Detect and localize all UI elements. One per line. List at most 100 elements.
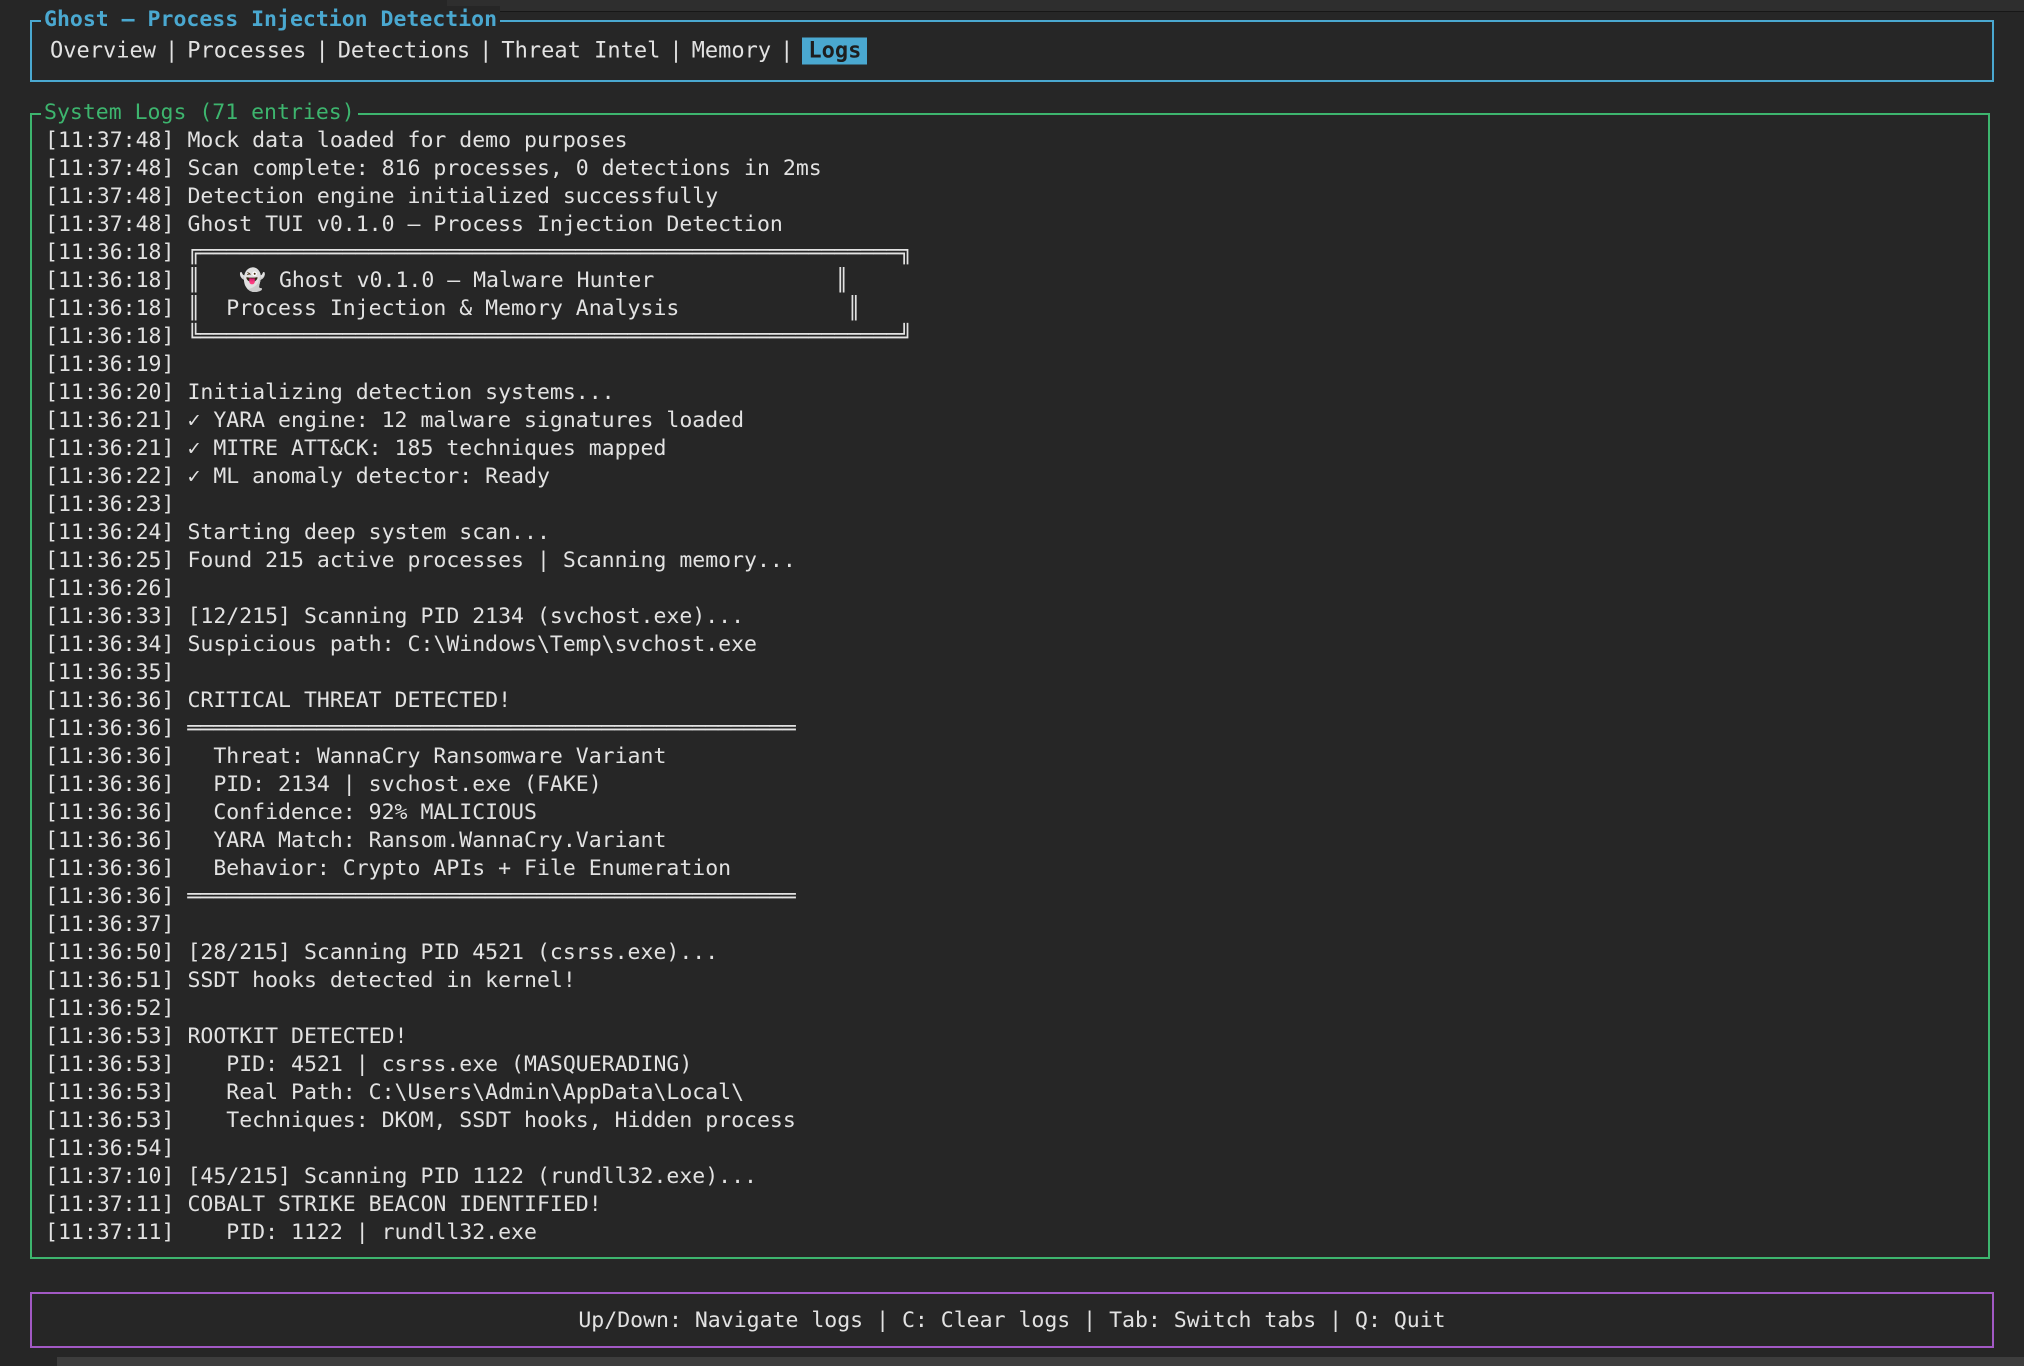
- log-timestamp: [11:36:18]: [45, 268, 187, 293]
- log-line: [11:36:36] Threat: WannaCry Ransomware V…: [45, 743, 1984, 771]
- log-message: Real Path: C:\Users\Admin\AppData\Local\: [187, 1080, 744, 1105]
- log-message: Confidence: 92% MALICIOUS: [187, 800, 537, 825]
- log-timestamp: [11:36:50]: [45, 940, 187, 965]
- log-message: Found 215 active processes | Scanning me…: [187, 548, 795, 573]
- log-message: [45/215] Scanning PID 1122 (rundll32.exe…: [187, 1164, 757, 1189]
- system-logs-panel[interactable]: System Logs (71 entries) [11:37:48]Mock …: [30, 113, 1990, 1259]
- log-line: [11:36:20]Initializing detection systems…: [45, 379, 1984, 407]
- log-message: YARA Match: Ransom.WannaCry.Variant: [187, 828, 666, 853]
- log-line: [11:36:34]Suspicious path: C:\Windows\Te…: [45, 631, 1984, 659]
- log-message: [28/215] Scanning PID 4521 (csrss.exe)..…: [187, 940, 718, 965]
- log-message: Ghost TUI v0.1.0 — Process Injection Det…: [187, 212, 782, 237]
- tab-separator: |: [165, 39, 178, 64]
- log-line: [11:36:18]╔═════════════════════════════…: [45, 239, 1984, 267]
- tab-detections[interactable]: Detections: [338, 39, 470, 64]
- log-timestamp: [11:36:53]: [45, 1024, 187, 1049]
- tab-threat-intel[interactable]: Threat Intel: [501, 39, 660, 64]
- log-timestamp: [11:37:48]: [45, 184, 187, 209]
- log-message: SSDT hooks detected in kernel!: [187, 968, 575, 993]
- log-message: PID: 4521 | csrss.exe (MASQUERADING): [187, 1052, 692, 1077]
- log-message: Initializing detection systems...: [187, 380, 614, 405]
- log-line: [11:36:33][12/215] Scanning PID 2134 (sv…: [45, 603, 1984, 631]
- log-timestamp: [11:36:36]: [45, 828, 187, 853]
- log-line: [11:37:48]Scan complete: 816 processes, …: [45, 155, 1984, 183]
- log-line: [11:36:36]══════════════════════════════…: [45, 883, 1984, 911]
- terminal-screen: Ghost — Process Injection Detection Over…: [0, 0, 2024, 1366]
- log-line: [11:37:48]Ghost TUI v0.1.0 — Process Inj…: [45, 211, 1984, 239]
- window-chrome-bottom: [57, 1357, 2024, 1366]
- log-line: [11:36:19]: [45, 351, 1984, 379]
- log-timestamp: [11:36:35]: [45, 660, 187, 685]
- log-timestamp: [11:37:11]: [45, 1220, 187, 1245]
- log-message: Scan complete: 816 processes, 0 detectio…: [187, 156, 821, 181]
- log-line: [11:36:36]══════════════════════════════…: [45, 715, 1984, 743]
- tab-overview[interactable]: Overview: [50, 39, 156, 64]
- log-line: [11:36:18]╚═════════════════════════════…: [45, 323, 1984, 351]
- log-line: [11:36:36] YARA Match: Ransom.WannaCry.V…: [45, 827, 1984, 855]
- log-line: [11:37:48]Mock data loaded for demo purp…: [45, 127, 1984, 155]
- log-line: [11:36:21]✓ YARA engine: 12 malware sign…: [45, 407, 1984, 435]
- log-timestamp: [11:37:48]: [45, 128, 187, 153]
- log-timestamp: [11:36:18]: [45, 240, 187, 265]
- log-message: Threat: WannaCry Ransomware Variant: [187, 744, 666, 769]
- log-timestamp: [11:36:23]: [45, 492, 187, 517]
- log-line: [11:36:35]: [45, 659, 1984, 687]
- log-message: ROOTKIT DETECTED!: [187, 1024, 407, 1049]
- log-line: [11:37:10][45/215] Scanning PID 1122 (ru…: [45, 1163, 1984, 1191]
- log-timestamp: [11:36:53]: [45, 1108, 187, 1133]
- log-line: [11:36:53] Real Path: C:\Users\Admin\App…: [45, 1079, 1984, 1107]
- log-message: ════════════════════════════════════════…: [187, 716, 795, 741]
- log-line: [11:36:52]: [45, 995, 1984, 1023]
- log-message: ✓ MITRE ATT&CK: 185 techniques mapped: [187, 436, 666, 461]
- log-line: [11:36:51]SSDT hooks detected in kernel!: [45, 967, 1984, 995]
- log-timestamp: [11:36:51]: [45, 968, 187, 993]
- log-timestamp: [11:37:10]: [45, 1164, 187, 1189]
- log-message: ╚═══════════════════════════════════════…: [187, 324, 912, 349]
- log-timestamp: [11:37:48]: [45, 212, 187, 237]
- log-timestamp: [11:36:21]: [45, 436, 187, 461]
- log-line: [11:36:24]Starting deep system scan...: [45, 519, 1984, 547]
- log-line: [11:36:36] Behavior: Crypto APIs + File …: [45, 855, 1984, 883]
- log-timestamp: [11:36:19]: [45, 352, 187, 377]
- tab-separator: |: [669, 39, 682, 64]
- log-message: ╔═══════════════════════════════════════…: [187, 240, 912, 265]
- log-message: ════════════════════════════════════════…: [187, 884, 795, 909]
- log-line: [11:36:36] PID: 2134 | svchost.exe (FAKE…: [45, 771, 1984, 799]
- app-header: Ghost — Process Injection Detection Over…: [30, 20, 1994, 82]
- log-timestamp: [11:36:36]: [45, 744, 187, 769]
- log-timestamp: [11:36:36]: [45, 688, 187, 713]
- log-line: [11:36:18]║ 👻 Ghost v0.1.0 — Malware Hun…: [45, 267, 1984, 295]
- log-timestamp: [11:36:18]: [45, 324, 187, 349]
- log-line: [11:36:54]: [45, 1135, 1984, 1163]
- log-line: [11:36:37]: [45, 911, 1984, 939]
- log-timestamp: [11:36:54]: [45, 1136, 187, 1161]
- log-line: [11:36:53] Techniques: DKOM, SSDT hooks,…: [45, 1107, 1984, 1135]
- log-message: Behavior: Crypto APIs + File Enumeration: [187, 856, 731, 881]
- log-message: Mock data loaded for demo purposes: [187, 128, 627, 153]
- log-timestamp: [11:36:20]: [45, 380, 187, 405]
- log-timestamp: [11:36:52]: [45, 996, 187, 1021]
- log-message: Detection engine initialized successfull…: [187, 184, 718, 209]
- log-timestamp: [11:36:21]: [45, 408, 187, 433]
- window-chrome-top: [447, 0, 2024, 12]
- log-line: [11:36:53]ROOTKIT DETECTED!: [45, 1023, 1984, 1051]
- tab-logs[interactable]: Logs: [802, 38, 867, 65]
- log-message: ║ 👻 Ghost v0.1.0 — Malware Hunter ║: [187, 268, 848, 293]
- log-timestamp: [11:36:53]: [45, 1052, 187, 1077]
- log-line: [11:36:22]✓ ML anomaly detector: Ready: [45, 463, 1984, 491]
- log-line: [11:36:18]║ Process Injection & Memory A…: [45, 295, 1984, 323]
- log-timestamp: [11:36:36]: [45, 884, 187, 909]
- tab-memory[interactable]: Memory: [692, 39, 771, 64]
- log-line: [11:37:11] PID: 1122 | rundll32.exe: [45, 1219, 1984, 1247]
- log-line: [11:36:23]: [45, 491, 1984, 519]
- log-timestamp: [11:36:26]: [45, 576, 187, 601]
- tab-separator: |: [780, 39, 793, 64]
- status-bar: Up/Down: Navigate logs | C: Clear logs |…: [30, 1292, 1994, 1348]
- log-timestamp: [11:36:36]: [45, 856, 187, 881]
- log-timestamp: [11:37:48]: [45, 156, 187, 181]
- log-line: [11:36:53] PID: 4521 | csrss.exe (MASQUE…: [45, 1051, 1984, 1079]
- log-timestamp: [11:36:36]: [45, 772, 187, 797]
- tab-processes[interactable]: Processes: [187, 39, 306, 64]
- tab-bar: Overview | Processes | Detections | Threat Int…: [50, 39, 867, 64]
- log-message: CRITICAL THREAT DETECTED!: [187, 688, 511, 713]
